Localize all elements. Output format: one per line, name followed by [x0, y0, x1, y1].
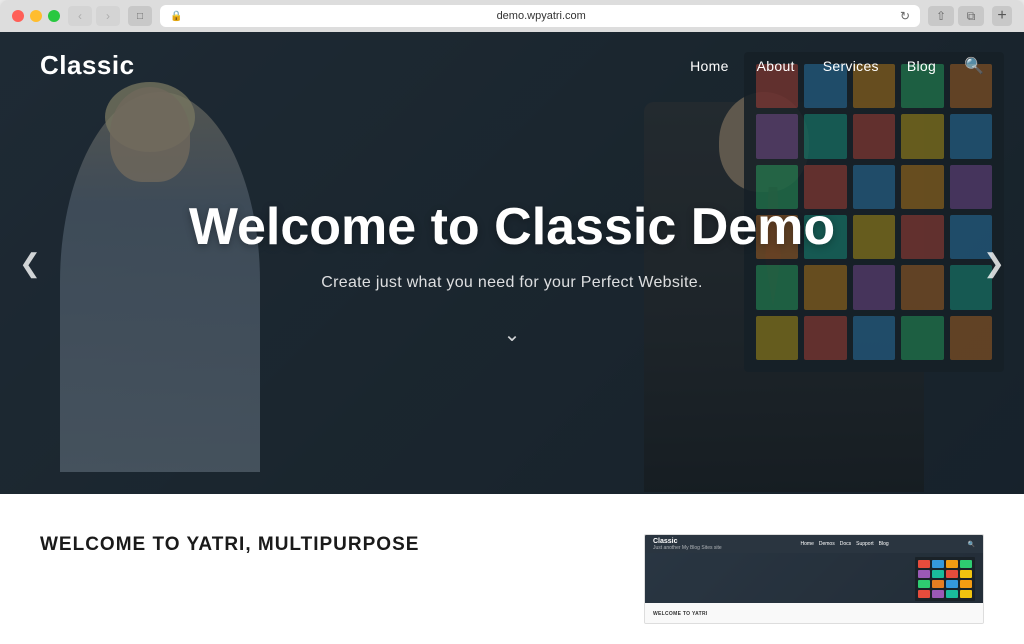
carousel-prev-button[interactable]: ❮	[10, 243, 50, 283]
hero-section: Classic Home About Services Blog 🔍 Welco…	[0, 32, 1024, 494]
preview-nav-support: Support	[856, 541, 874, 547]
forward-button[interactable]: ›	[96, 6, 120, 26]
below-fold-title: WELCOME TO YATRI, MULTIPURPOSE	[40, 534, 604, 556]
share-button[interactable]: ⇧	[928, 6, 954, 26]
preview-sticky-note	[932, 570, 944, 578]
preview-sticky-note	[932, 590, 944, 598]
hero-title: Welcome to Classic Demo	[189, 199, 835, 256]
preview-sticky-note	[960, 580, 972, 588]
minimize-button[interactable]	[30, 10, 42, 22]
browser-window: ‹ › □ 🔒 demo.wpyatri.com ↻ ⇧ ⧉ +	[0, 0, 1024, 644]
hero-subtitle: Create just what you need for your Perfe…	[321, 274, 702, 292]
preview-hero	[645, 553, 983, 603]
below-fold-text: WELCOME TO YATRI, MULTIPURPOSE	[40, 534, 604, 564]
site-navigation: Classic Home About Services Blog 🔍	[0, 32, 1024, 99]
below-fold-section: WELCOME TO YATRI, MULTIPURPOSE Classic J…	[0, 494, 1024, 644]
preview-sticky-note	[946, 570, 958, 578]
preview-sticky-note	[918, 570, 930, 578]
hero-content: Welcome to Classic Demo Create just what…	[0, 52, 1024, 494]
lock-icon: 🔒	[170, 11, 182, 22]
traffic-lights	[12, 10, 60, 22]
nav-services[interactable]: Services	[823, 58, 879, 74]
nav-about[interactable]: About	[757, 58, 795, 74]
preview-sticky-note	[918, 580, 930, 588]
new-tab-button[interactable]: +	[992, 6, 1012, 26]
preview-search-icon: 🔍	[968, 541, 975, 548]
preview-sticky-note	[946, 590, 958, 598]
preview-logo: Classic	[653, 538, 722, 545]
browser-nav-buttons: ‹ ›	[68, 6, 120, 26]
bookmark-button[interactable]: ⧉	[958, 6, 984, 26]
scroll-down-arrow[interactable]: ⌄	[504, 322, 521, 347]
preview-nav-blog: Blog	[879, 541, 889, 547]
preview-sticky-note	[946, 560, 958, 568]
browser-titlebar: ‹ › □ 🔒 demo.wpyatri.com ↻ ⇧ ⧉ +	[0, 0, 1024, 32]
nav-home[interactable]: Home	[690, 58, 729, 74]
preview-sticky-note	[918, 590, 930, 598]
tab-button[interactable]: □	[128, 6, 152, 26]
maximize-button[interactable]	[48, 10, 60, 22]
preview-header: Classic Just another My Blog Sites site …	[645, 535, 983, 553]
preview-sticky-note	[946, 580, 958, 588]
preview-sticky-note	[960, 560, 972, 568]
preview-sticky-note	[932, 560, 944, 568]
back-button[interactable]: ‹	[68, 6, 92, 26]
preview-sticky-board	[915, 557, 975, 601]
site-preview-thumbnail: Classic Just another My Blog Sites site …	[644, 534, 984, 624]
nav-links: Home About Services Blog 🔍	[690, 56, 984, 76]
address-bar[interactable]: 🔒 demo.wpyatri.com ↻	[160, 5, 920, 27]
preview-nav-home: Home	[801, 541, 814, 547]
search-icon[interactable]: 🔍	[964, 56, 984, 76]
preview-below-title: WELCOME TO YATRI	[653, 611, 708, 617]
website-content: Classic Home About Services Blog 🔍 Welco…	[0, 32, 1024, 644]
preview-sticky-note	[960, 570, 972, 578]
preview-sticky-note	[918, 560, 930, 568]
preview-nav-docs: Docs	[840, 541, 851, 547]
carousel-next-button[interactable]: ❯	[974, 243, 1014, 283]
close-button[interactable]	[12, 10, 24, 22]
preview-tagline: Just another My Blog Sites site	[653, 545, 722, 551]
preview-nav: Home Demos Docs Support Blog	[801, 541, 889, 547]
preview-sticky-note	[960, 590, 972, 598]
preview-sticky-note	[932, 580, 944, 588]
browser-actions: ⇧ ⧉	[928, 6, 984, 26]
preview-nav-demos: Demos	[819, 541, 835, 547]
reload-button[interactable]: ↻	[900, 9, 910, 23]
site-logo: Classic	[40, 50, 135, 81]
url-text: demo.wpyatri.com	[188, 10, 893, 22]
nav-blog[interactable]: Blog	[907, 58, 936, 74]
preview-footer: WELCOME TO YATRI	[645, 603, 983, 624]
